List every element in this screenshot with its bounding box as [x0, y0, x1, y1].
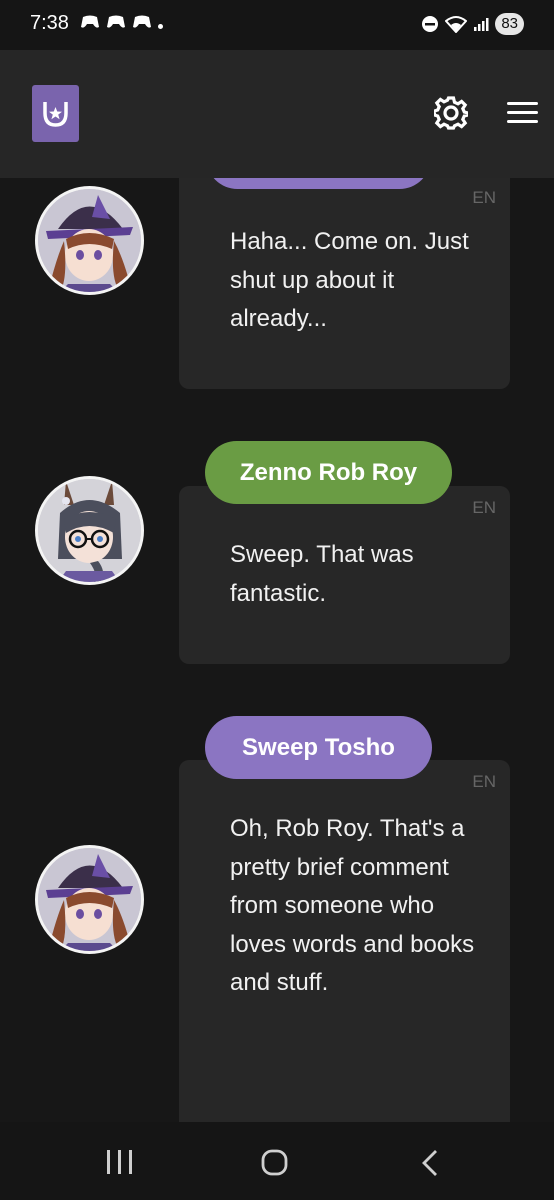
message-bubble: EN Haha... Come on. Just shut up about i… [179, 160, 510, 389]
language-label: EN [472, 188, 496, 207]
speaker-tag: Sweep Tosho [205, 716, 432, 779]
home-button[interactable] [261, 1149, 288, 1180]
system-icons: 83 [421, 13, 524, 35]
wifi-icon [445, 16, 468, 33]
navigation-bar [0, 1122, 554, 1200]
speaker-tag: Zenno Rob Roy [205, 441, 452, 504]
notification-icons [80, 14, 152, 30]
back-button[interactable] [420, 1149, 440, 1181]
message-bubble: EN Sweep. That was fantastic. [179, 486, 510, 664]
menu-button[interactable] [507, 102, 538, 128]
horseshoe-star-icon [43, 102, 68, 127]
battery-level: 83 [495, 13, 524, 35]
home-icon [261, 1149, 288, 1176]
avatar-sweep-tosho [35, 845, 144, 954]
message-bubble: EN Oh, Rob Roy. That's a pretty brief co… [179, 760, 510, 1160]
game-controller-icon [81, 15, 99, 28]
gear-icon [432, 96, 470, 130]
hamburger-menu-icon [507, 102, 538, 123]
do-not-disturb-icon [422, 16, 439, 32]
settings-button[interactable] [432, 96, 470, 134]
screen: EN Haha... Come on. Just shut up about i… [0, 0, 554, 1200]
app-header [0, 50, 554, 178]
game-controller-icon [107, 15, 125, 28]
back-icon [422, 1150, 437, 1176]
message-text: Sweep. That was fantastic. [230, 541, 414, 607]
recent-apps-icon [107, 1150, 132, 1174]
status-time: 7:38 [30, 12, 69, 34]
chat-log[interactable]: EN Haha... Come on. Just shut up about i… [0, 0, 554, 1200]
status-bar: 7:38 83 [0, 0, 554, 50]
avatar-sweep-tosho [35, 186, 144, 295]
language-label: EN [472, 498, 496, 517]
message-text: Oh, Rob Roy. That's a pretty brief comme… [230, 815, 475, 996]
language-label: EN [472, 772, 496, 791]
game-controller-icon [133, 15, 151, 28]
recent-apps-button[interactable] [106, 1150, 133, 1178]
avatar-zenno-rob-roy [35, 476, 144, 585]
app-logo[interactable] [32, 85, 79, 142]
message-text: Haha... Come on. Just shut up about it a… [230, 228, 469, 332]
signal-icon [474, 18, 489, 31]
more-notifications-dot [158, 24, 163, 29]
